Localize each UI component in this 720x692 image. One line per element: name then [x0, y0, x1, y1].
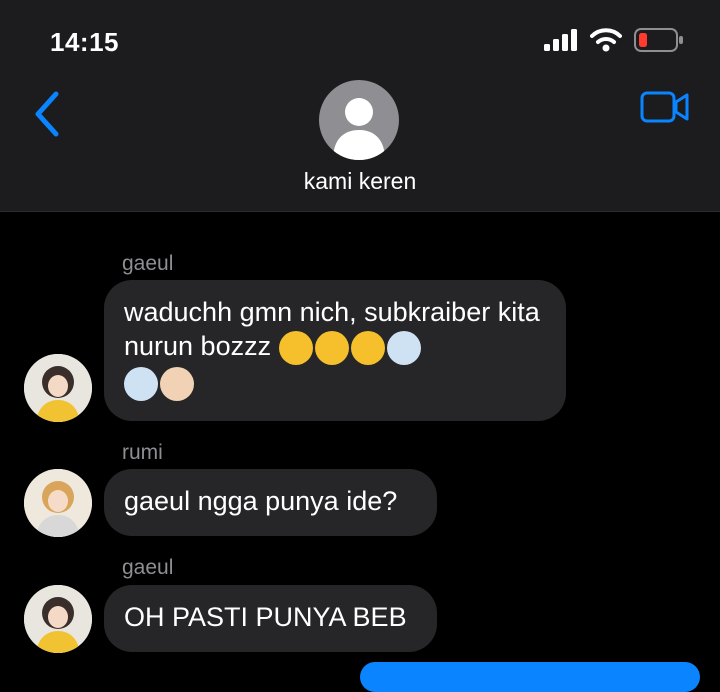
avatar-gaeul[interactable]	[24, 354, 92, 422]
message-text: OH PASTI PUNYA BEB	[124, 602, 407, 632]
avatar-rumi[interactable]	[24, 469, 92, 537]
face-screaming-in-fear-icon	[124, 366, 158, 401]
message-bubble[interactable]: OH PASTI PUNYA BEB	[104, 585, 437, 652]
avatar-illustration	[24, 469, 92, 537]
message-sender: gaeul	[122, 252, 174, 275]
group-name[interactable]: kami keren	[0, 168, 720, 195]
video-camera-icon[interactable]	[640, 90, 690, 124]
face-with-tears-of-joy-icon	[350, 330, 385, 365]
avatar-illustration	[24, 354, 92, 422]
status-time: 14:15	[50, 27, 119, 57]
chat-header: 14:15 kami keren	[0, 0, 720, 212]
face-screaming-in-fear-icon	[386, 330, 421, 365]
outgoing-message-bubble[interactable]	[360, 662, 700, 692]
face-with-tears-of-joy-icon	[314, 330, 349, 365]
person-silhouette-icon	[333, 98, 385, 160]
emoji-group	[124, 366, 194, 401]
status-icons	[544, 28, 684, 52]
face-with-tears-of-joy-icon	[278, 330, 313, 365]
cellular-signal-icon	[544, 29, 577, 51]
avatar-gaeul[interactable]	[24, 585, 92, 653]
back-chevron-icon[interactable]	[30, 90, 66, 138]
battery-icon	[634, 28, 683, 52]
message-bubble[interactable]: waduchh gmn nich, subkraiber kita nurun …	[104, 280, 566, 421]
emoji-group	[278, 330, 421, 365]
ok-hand-icon	[160, 366, 194, 401]
message-sender: rumi	[122, 441, 163, 464]
message-bubble[interactable]: gaeul ngga punya ide?	[104, 469, 437, 536]
group-avatar[interactable]	[319, 80, 399, 160]
avatar-illustration	[24, 585, 92, 653]
wifi-icon	[590, 28, 622, 52]
message-sender: gaeul	[122, 556, 174, 579]
message-text: gaeul ngga punya ide?	[124, 486, 398, 516]
